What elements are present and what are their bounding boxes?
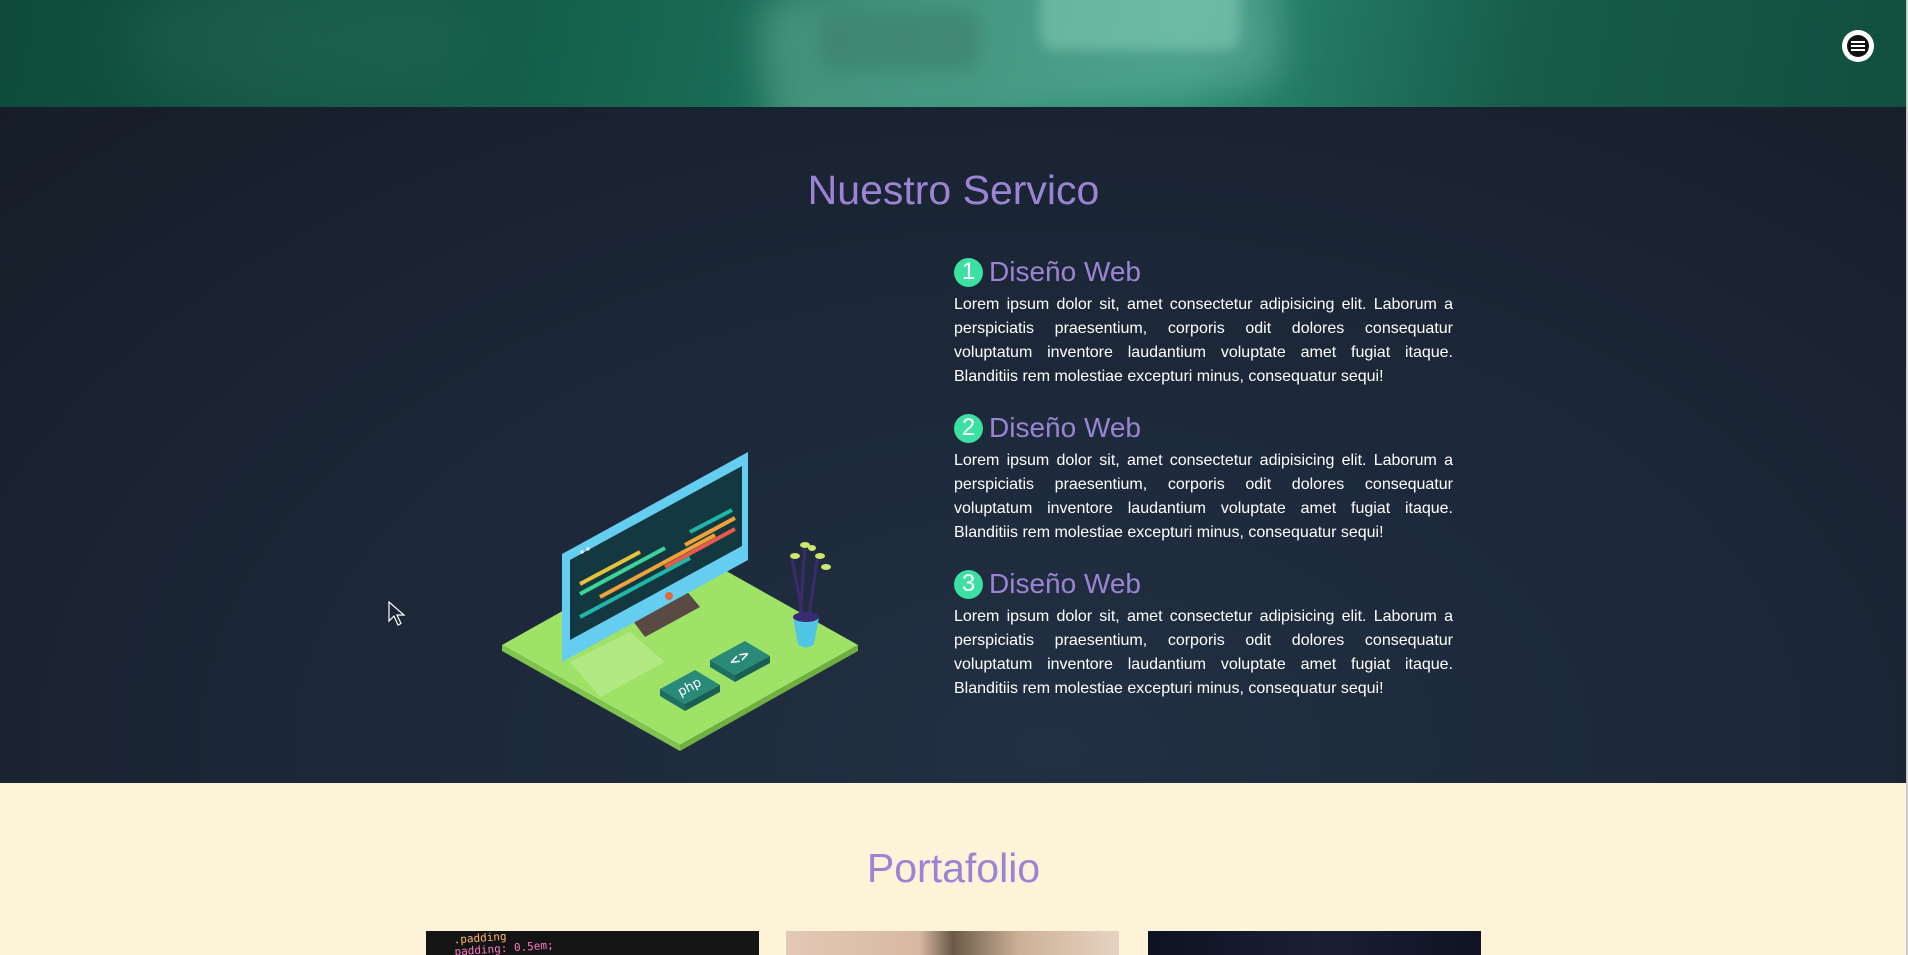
service-title: Diseño Web (989, 256, 1142, 287)
service-title: Diseño Web (989, 568, 1142, 599)
portfolio-thumbnail[interactable] (1148, 931, 1481, 955)
service-number-badge: 2 (954, 413, 983, 443)
portfolio-title: Portafolio (866, 845, 1041, 891)
hero-header (0, 0, 1907, 107)
services-section: Nuestro Servico php <> 1 Diseño Web Lore… (0, 107, 1907, 783)
service-header: 2 Diseño Web (954, 411, 1453, 445)
menu-button[interactable] (1842, 30, 1874, 62)
service-description: Lorem ipsum dolor sit, amet consectetur … (954, 452, 1453, 541)
mouse-cursor-icon (388, 601, 406, 626)
portfolio-thumbnail[interactable]: .padding padding: 0.5em; (426, 931, 759, 955)
scrollbar[interactable] (1906, 0, 1907, 955)
service-description: Lorem ipsum dolor sit, amet consectetur … (954, 296, 1453, 385)
portfolio-thumbnail[interactable] (786, 931, 1119, 955)
service-number-badge: 3 (954, 569, 983, 599)
service-item: 1 Diseño Web Lorem ipsum dolor sit, amet… (954, 255, 1453, 389)
hamburger-menu-icon (1847, 35, 1869, 57)
page: Nuestro Servico php <> 1 Diseño Web Lore… (0, 0, 1907, 955)
service-item: 2 Diseño Web Lorem ipsum dolor sit, amet… (954, 411, 1453, 545)
code-snippet: .padding padding: 0.5em; (453, 931, 555, 955)
services-title: Nuestro Servico (807, 167, 1100, 213)
isometric-computer-desk-illustration: php <> (502, 452, 858, 751)
hero-image-blur (1040, 0, 1240, 50)
service-description: Lorem ipsum dolor sit, amet consectetur … (954, 608, 1453, 697)
service-header: 1 Diseño Web (954, 255, 1453, 289)
hero-image-blur (820, 10, 980, 70)
service-number-badge: 1 (954, 257, 983, 287)
portfolio-section: Portafolio .padding padding: 0.5em; (0, 783, 1907, 955)
hero-background-image (120, 0, 480, 107)
service-title: Diseño Web (989, 412, 1142, 443)
service-item: 3 Diseño Web Lorem ipsum dolor sit, amet… (954, 567, 1453, 701)
service-header: 3 Diseño Web (954, 567, 1453, 601)
